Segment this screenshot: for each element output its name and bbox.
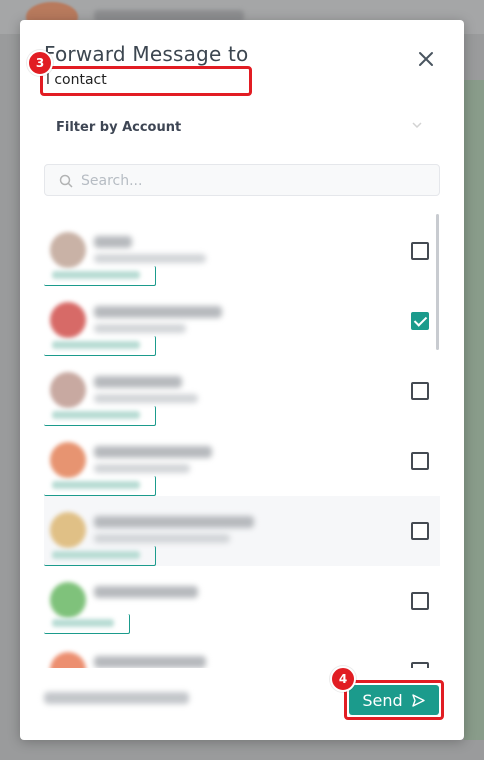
contact-checkbox[interactable] <box>411 382 429 400</box>
contact-number-redacted <box>94 464 190 473</box>
account-tag <box>44 406 156 426</box>
close-button[interactable] <box>415 48 437 70</box>
account-tag <box>44 336 156 356</box>
avatar <box>50 372 86 408</box>
contact-number-redacted <box>94 534 230 543</box>
avatar <box>50 302 86 338</box>
account-tag <box>44 476 156 496</box>
modal-title: Forward Message to <box>44 42 249 66</box>
account-tag <box>44 546 156 566</box>
list-scrollbar[interactable] <box>436 214 439 350</box>
account-tag-redacted <box>52 411 140 419</box>
contact-row[interactable] <box>44 286 440 356</box>
contact-name-redacted <box>94 656 206 668</box>
search-bar <box>44 164 440 196</box>
avatar <box>50 232 86 268</box>
highlight-text: l contact <box>46 72 107 88</box>
contact-number-redacted <box>94 394 198 403</box>
contact-checkbox[interactable] <box>411 312 429 330</box>
contact-name-redacted <box>94 516 254 528</box>
avatar <box>50 512 86 548</box>
contact-name-redacted <box>94 586 198 598</box>
search-input[interactable] <box>81 171 421 191</box>
contact-number-redacted <box>94 324 186 333</box>
contact-checkbox[interactable] <box>411 592 429 610</box>
avatar <box>50 582 86 618</box>
close-icon <box>419 52 433 66</box>
account-tag-redacted <box>52 341 140 349</box>
search-icon <box>59 174 73 188</box>
contact-name-redacted <box>94 446 212 458</box>
account-tag-redacted <box>52 619 114 627</box>
contact-number-redacted <box>94 254 206 263</box>
account-tag-redacted <box>52 271 140 279</box>
contact-name-redacted <box>94 306 222 318</box>
step-badge: 4 <box>330 666 356 692</box>
account-tag <box>44 614 130 634</box>
contact-checkbox[interactable] <box>411 242 429 260</box>
contact-name-redacted <box>94 376 182 388</box>
account-tag-redacted <box>52 481 140 489</box>
highlight-box-contact: l contact <box>40 66 252 96</box>
contact-row[interactable] <box>44 566 440 636</box>
forward-message-modal: Forward Message to l contact 3 Filter by… <box>20 20 464 740</box>
account-tag <box>44 266 156 286</box>
contact-checkbox[interactable] <box>411 522 429 540</box>
background-chat-area <box>464 80 484 740</box>
step-badge: 3 <box>27 50 53 76</box>
account-tag-redacted <box>52 551 140 559</box>
avatar <box>50 442 86 478</box>
avatar <box>50 652 86 668</box>
contact-name-redacted <box>94 236 132 248</box>
send-label: Send <box>362 690 403 710</box>
contact-row[interactable] <box>44 636 440 668</box>
chevron-down-icon[interactable] <box>410 118 424 132</box>
contact-row[interactable] <box>44 426 440 496</box>
contact-row[interactable] <box>44 216 440 286</box>
selected-contact-name-redacted <box>44 692 189 704</box>
contact-checkbox[interactable] <box>411 662 429 668</box>
send-icon <box>411 693 425 707</box>
contact-row[interactable] <box>44 496 440 566</box>
contact-checkbox[interactable] <box>411 452 429 470</box>
send-button[interactable]: Send <box>349 685 439 715</box>
contact-list <box>44 216 440 668</box>
filter-by-account-label[interactable]: Filter by Account <box>56 120 181 135</box>
contact-row[interactable] <box>44 356 440 426</box>
